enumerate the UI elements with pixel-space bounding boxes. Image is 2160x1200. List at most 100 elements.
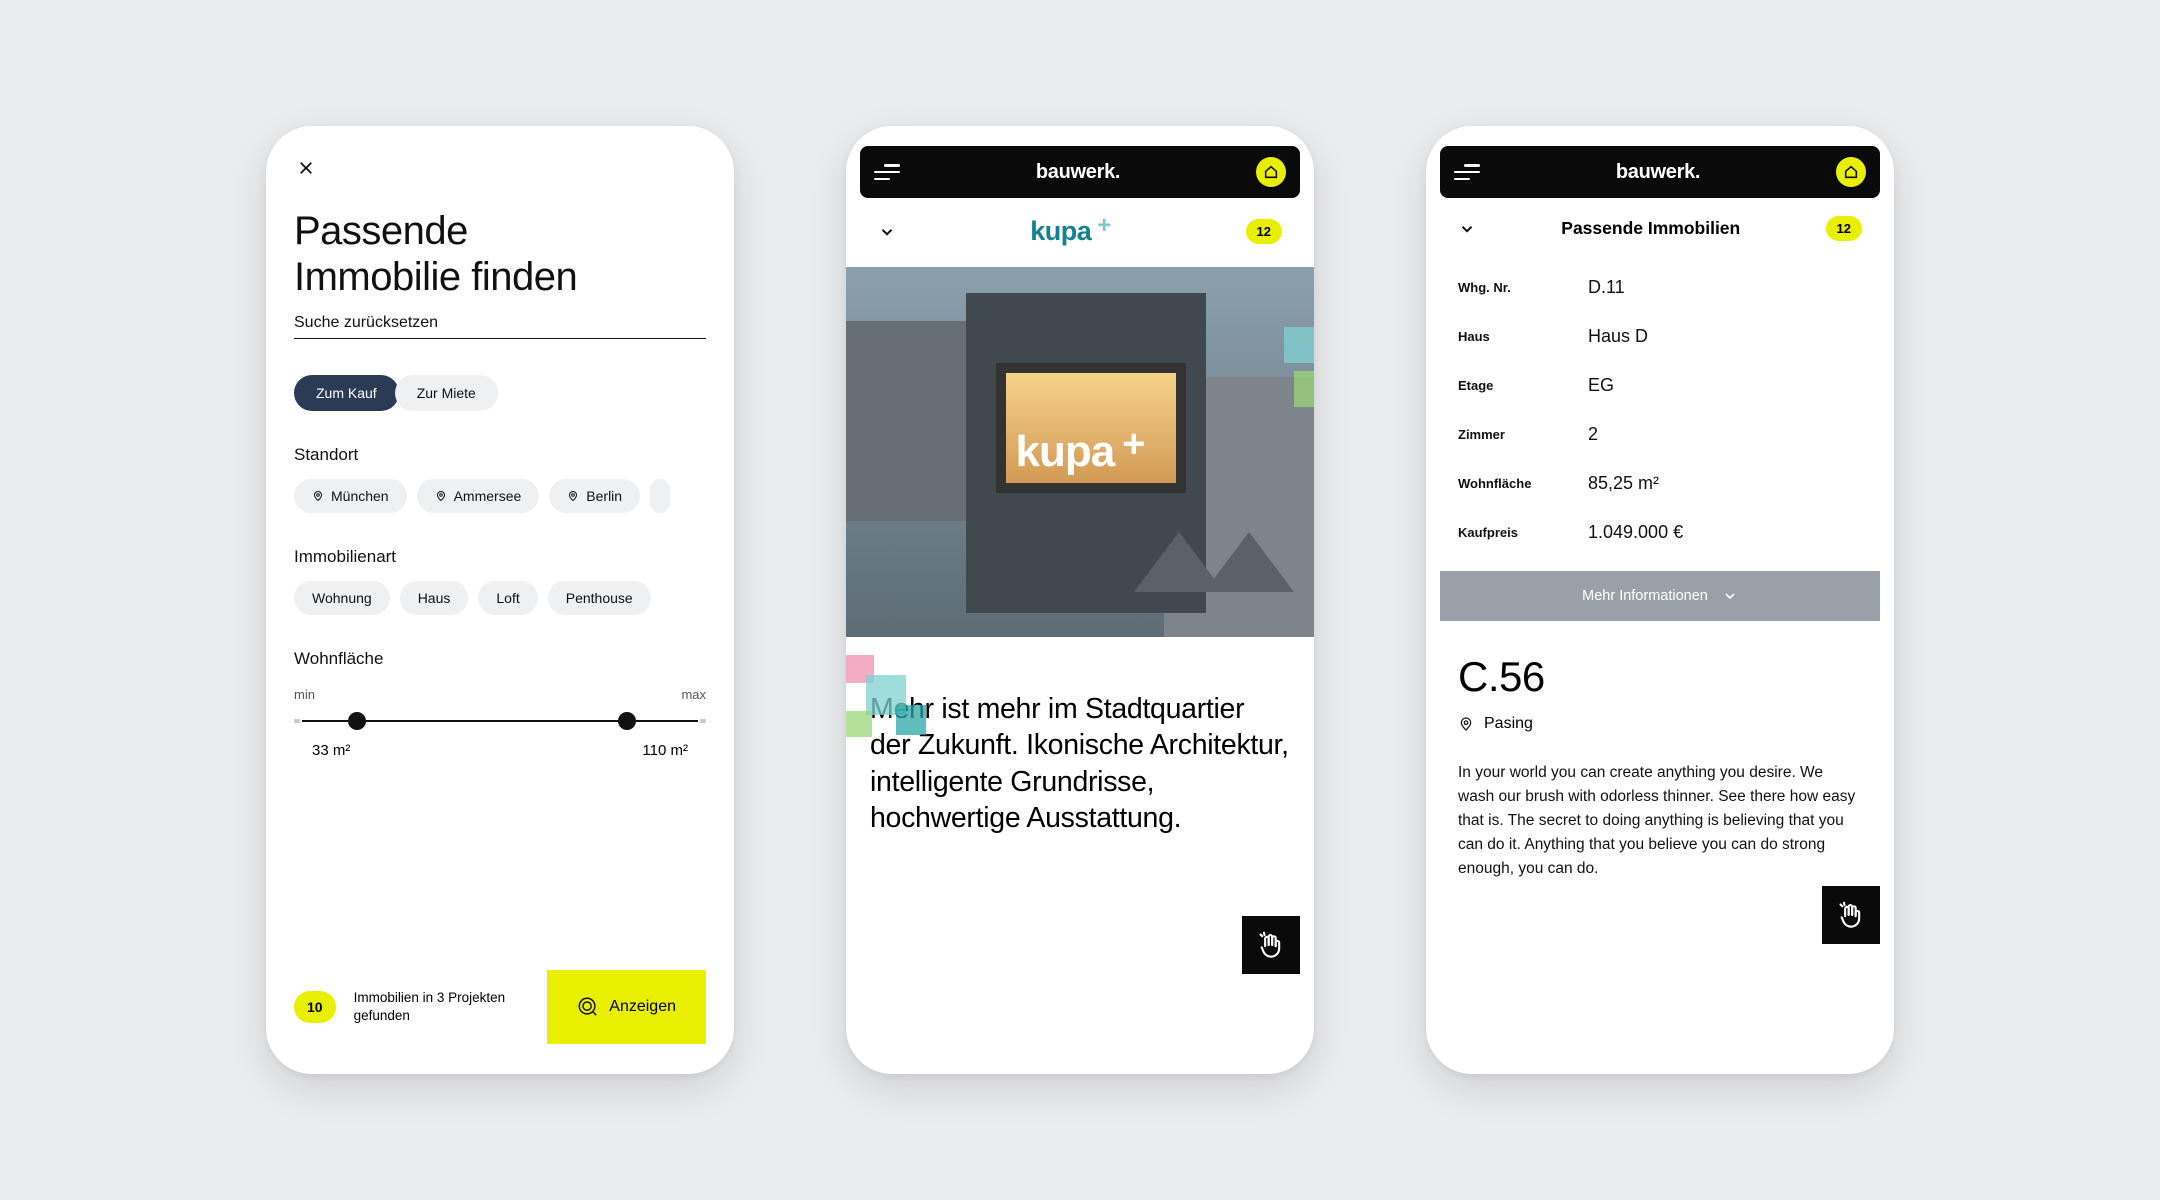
search-icon [577,996,599,1018]
toggle-rent[interactable]: Zur Miete [395,375,498,411]
pin-icon [435,489,447,503]
detail-value: EG [1588,375,1614,396]
chevron-down-icon[interactable] [1458,220,1476,238]
house-icon [1263,164,1279,180]
result-text: Immobilien in 3 Projekten gefunden [354,989,530,1025]
detail-key: Whg. Nr. [1458,280,1588,295]
wave-fab-button[interactable] [1822,886,1880,944]
top-bar: bauwerk. [1440,146,1880,198]
location-chip-overflow[interactable] [650,479,670,513]
hero-project-logo: kupa+ [1015,427,1144,477]
detail-value: 85,25 m² [1588,473,1659,494]
count-badge: 12 [1246,219,1282,244]
location-chip[interactable]: Ammersee [417,479,540,513]
wave-hand-icon [1257,931,1285,959]
section-label-type: Immobilienart [294,547,706,567]
brand-logo: bauwerk. [1036,161,1120,184]
detail-row: Kaufpreis1.049.000 € [1458,508,1862,557]
phone-project-detail: bauwerk. kupa + 12 kupa+ [846,126,1314,1074]
section-label-area: Wohnfläche [294,649,706,669]
detail-row: Wohnfläche85,25 m² [1458,459,1862,508]
chip-label: Loft [496,590,519,606]
menu-icon[interactable] [874,164,900,180]
area-slider: min max 33 m² 110 m² [294,687,706,759]
detail-row: HausHaus D [1458,312,1862,361]
slider-max-label: max [681,687,706,702]
plus-icon: + [1097,212,1111,240]
sub-bar: Passende Immobilien 12 [1440,198,1880,255]
detail-value: 2 [1588,424,1598,445]
chip-label: Berlin [586,488,622,504]
pin-icon [567,489,579,503]
purchase-toggle: Zum Kauf Zur Miete [294,375,706,411]
detail-key: Haus [1458,329,1588,344]
pin-icon [1458,715,1474,733]
reset-search-link[interactable]: Suche zurücksetzen [294,314,706,339]
unit-description: In your world you can create anything yo… [1440,733,1880,881]
unit-id: C.56 [1440,621,1880,701]
detail-key: Zimmer [1458,427,1588,442]
detail-key: Etage [1458,378,1588,393]
home-badge-button[interactable] [1836,157,1866,187]
slider-track[interactable] [302,720,698,722]
detail-row: Whg. Nr.D.11 [1458,263,1862,312]
hero-project-name: kupa [1015,427,1114,477]
plus-icon: + [1122,422,1144,467]
chip-label: Ammersee [454,488,522,504]
phone-filter-panel: Passende Immobilie finden Suche zurückse… [266,126,734,1074]
type-chip[interactable]: Penthouse [548,581,651,615]
detail-key: Wohnfläche [1458,476,1588,491]
result-count-badge: 10 [294,991,336,1023]
project-name: kupa [1030,216,1091,247]
slider-handle-max[interactable] [618,712,636,730]
slider-max-value: 110 m² [642,742,688,759]
detail-value: D.11 [1588,277,1625,298]
chip-label: Penthouse [566,590,633,606]
title-line-2: Immobilie finden [294,255,577,299]
house-icon [1843,164,1859,180]
slider-handle-min[interactable] [348,712,366,730]
type-chip[interactable]: Loft [478,581,537,615]
top-bar: bauwerk. [860,146,1300,198]
property-details-list: Whg. Nr.D.11 HausHaus D EtageEG Zimmer2 … [1440,255,1880,557]
hero-image: kupa+ [846,267,1314,637]
show-button-label: Anzeigen [609,998,676,1016]
more-info-button[interactable]: Mehr Informationen [1440,571,1880,621]
wave-hand-icon [1837,901,1865,929]
location-chip-row: München Ammersee Berlin [294,479,706,513]
toggle-buy[interactable]: Zum Kauf [294,375,399,411]
home-badge-button[interactable] [1256,157,1286,187]
location-name: Pasing [1484,715,1533,733]
headline-text: Mehr ist mehr im Stadtquartier der Zukun… [870,693,1289,834]
detail-value: Haus D [1588,326,1648,347]
location-row: Pasing [1440,701,1880,733]
sub-bar: kupa + 12 [860,198,1300,261]
show-results-button[interactable]: Anzeigen [547,970,706,1044]
wave-fab-button[interactable] [1242,916,1300,974]
section-label-location: Standort [294,445,706,465]
location-chip[interactable]: Berlin [549,479,640,513]
menu-icon[interactable] [1454,164,1480,180]
detail-key: Kaufpreis [1458,525,1588,540]
title-line-1: Passende [294,209,468,253]
filter-footer: 10 Immobilien in 3 Projekten gefunden An… [294,970,706,1044]
subbar-title: Passende Immobilien [1561,218,1740,239]
slider-min-label: min [294,687,315,702]
type-chip[interactable]: Wohnung [294,581,390,615]
detail-row: EtageEG [1458,361,1862,410]
close-icon[interactable] [294,156,318,180]
more-info-label: Mehr Informationen [1582,588,1708,604]
type-chip-row: Wohnung Haus Loft Penthouse [294,581,706,615]
location-chip[interactable]: München [294,479,407,513]
chevron-down-icon[interactable] [878,223,896,241]
detail-row: Zimmer2 [1458,410,1862,459]
project-headline: Mehr ist mehr im Stadtquartier der Zukun… [860,637,1300,837]
type-chip[interactable]: Haus [400,581,469,615]
brand-logo: bauwerk. [1616,161,1700,184]
slider-min-value: 33 m² [312,742,350,759]
chip-label: Haus [418,590,451,606]
chevron-down-icon [1722,588,1738,604]
phone-listing-detail: bauwerk. Passende Immobilien 12 Whg. Nr.… [1426,126,1894,1074]
page-title: Passende Immobilie finden [294,208,706,300]
detail-value: 1.049.000 € [1588,522,1683,543]
